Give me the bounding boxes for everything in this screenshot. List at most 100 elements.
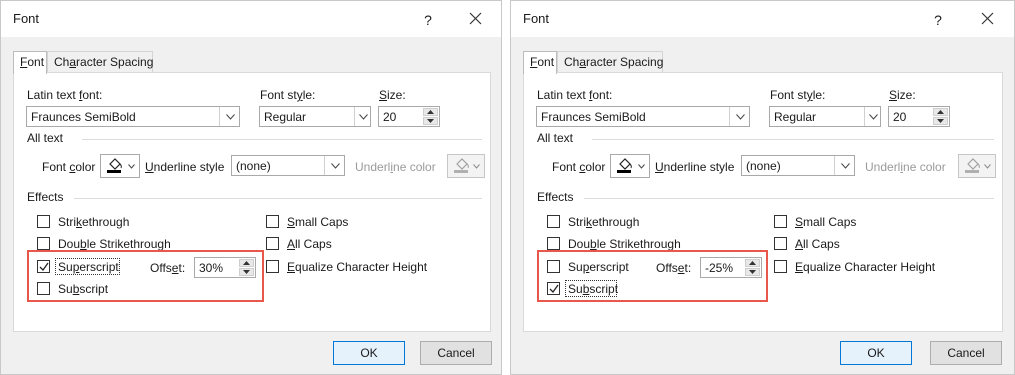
double-strikethrough-label-post: le Strikethrough [596, 237, 681, 251]
ok-button[interactable]: OK [333, 341, 405, 365]
latin-font-label: Latin text font: [27, 88, 102, 102]
strikethrough-label-pre: Stri [568, 215, 586, 229]
tab-char-label-post: racter Spacing [586, 55, 664, 69]
underline-color-label-pre: Underl [865, 160, 901, 174]
triangle-up-icon [937, 110, 944, 114]
double-strikethrough-checkbox[interactable] [37, 237, 50, 250]
font-style-combobox[interactable]: Regular [769, 106, 881, 127]
size-label: Size: [379, 88, 406, 102]
tab-char-label-pre: Ch [54, 55, 70, 69]
cancel-button[interactable]: Cancel [420, 341, 492, 365]
strikethrough-label[interactable]: Strikethrough [568, 215, 639, 229]
double-strikethrough-label[interactable]: Double Strikethrough [58, 237, 171, 251]
small-caps-checkbox[interactable] [266, 215, 279, 228]
size-spinner[interactable]: 20 [378, 106, 440, 127]
close-button[interactable] [461, 6, 491, 32]
underline-color-button[interactable] [958, 154, 996, 178]
font-color-swatch [617, 170, 631, 173]
latin-font-label: Latin text font: [537, 88, 612, 102]
strikethrough-label-post: ethrough [82, 215, 130, 229]
size-spinner-arrows[interactable] [423, 108, 438, 125]
size-spinner[interactable]: 20 [888, 106, 950, 127]
close-button[interactable] [973, 6, 1003, 32]
latin-font-dropdown-button[interactable] [729, 107, 749, 126]
latin-font-label-post: ont: [592, 88, 613, 102]
font-style-value: Regular [774, 110, 817, 124]
double-strikethrough-checkbox[interactable] [547, 237, 560, 250]
underline-color-label: Underline color [355, 160, 436, 174]
size-label-key: S [379, 88, 388, 102]
ok-button[interactable]: OK [840, 341, 912, 365]
strikethrough-checkbox[interactable] [547, 215, 560, 228]
underline-color-button[interactable] [447, 154, 485, 178]
chevron-down-icon [869, 114, 878, 120]
size-spinner-arrows[interactable] [933, 108, 948, 125]
chevron-down-icon [331, 163, 340, 169]
font-color-button[interactable] [610, 154, 650, 178]
all-caps-label-post: ll Caps [803, 237, 840, 251]
chevron-down-icon [736, 114, 745, 120]
strikethrough-label-post: ethrough [592, 215, 640, 229]
latin-font-combobox[interactable]: Fraunces SemiBold [536, 106, 750, 127]
double-strikethrough-label-key: b [80, 237, 87, 251]
tab-character-spacing[interactable]: Character Spacing [557, 51, 663, 73]
equalize-height-checkbox[interactable] [266, 260, 279, 273]
underline-style-combobox[interactable]: (none) [231, 155, 345, 176]
equalize-height-label[interactable]: Equalize Character Height [795, 260, 935, 274]
latin-font-value: Fraunces SemiBold [541, 110, 646, 124]
font-style-dropdown-button[interactable] [864, 107, 880, 126]
help-button[interactable]: ? [925, 9, 951, 31]
effects-heading: Effects [537, 190, 574, 204]
underline-style-value: (none) [746, 159, 781, 173]
cancel-button[interactable]: Cancel [930, 341, 1002, 365]
font-tab-panel: Latin text font: Fraunces SemiBold Font … [13, 72, 491, 332]
font-color-swatch [107, 170, 121, 173]
all-caps-checkbox[interactable] [774, 237, 787, 250]
size-decrease-button[interactable] [933, 117, 948, 125]
small-caps-label[interactable]: Small Caps [795, 215, 856, 229]
underline-color-swatch [965, 170, 979, 173]
size-decrease-button[interactable] [423, 117, 438, 125]
small-caps-label[interactable]: Small Caps [287, 215, 348, 229]
effects-divider [74, 198, 482, 199]
double-strikethrough-label[interactable]: Double Strikethrough [568, 237, 681, 251]
tab-font[interactable]: Font [13, 51, 47, 74]
size-increase-button[interactable] [423, 108, 438, 116]
latin-font-value: Fraunces SemiBold [31, 110, 136, 124]
equalize-height-label[interactable]: Equalize Character Height [287, 260, 427, 274]
strikethrough-checkbox[interactable] [37, 215, 50, 228]
strikethrough-label[interactable]: Strikethrough [58, 215, 129, 229]
effects-divider [584, 198, 994, 199]
underline-style-label-post: nderline style [663, 160, 735, 174]
underline-style-dropdown-button[interactable] [834, 156, 854, 175]
tab-font[interactable]: Font [523, 51, 557, 74]
small-caps-label-key: S [287, 215, 296, 229]
double-strikethrough-label-pre: Dou [568, 237, 591, 251]
all-caps-label[interactable]: All Caps [795, 237, 840, 251]
tab-font-label-post: ont [537, 55, 555, 69]
all-caps-checkbox[interactable] [266, 237, 279, 250]
underline-style-dropdown-button[interactable] [324, 156, 344, 175]
latin-font-label-post: ont: [82, 88, 103, 102]
latin-font-combobox[interactable]: Fraunces SemiBold [26, 106, 240, 127]
double-strikethrough-label-pre: Dou [58, 237, 81, 251]
font-style-combobox[interactable]: Regular [259, 106, 371, 127]
all-caps-label-post: ll Caps [295, 237, 332, 251]
size-label-key: S [889, 88, 898, 102]
latin-font-label-pre: Latin text [27, 88, 80, 102]
font-dialog-superscript: Font ? Font Character Spacing Latin text… [0, 0, 502, 375]
latin-font-label-pre: Latin text [537, 88, 590, 102]
size-increase-button[interactable] [933, 108, 948, 116]
help-button[interactable]: ? [415, 9, 441, 31]
dialog-title: Font [13, 11, 40, 26]
equalize-height-checkbox[interactable] [774, 260, 787, 273]
font-color-button[interactable] [100, 154, 140, 178]
underline-style-combobox[interactable]: (none) [741, 155, 855, 176]
all-caps-label[interactable]: All Caps [287, 237, 332, 251]
underline-color-label-post: ne color [393, 160, 436, 174]
tab-character-spacing[interactable]: Character Spacing [47, 51, 153, 73]
title-bar: Font ? [511, 1, 1014, 37]
small-caps-checkbox[interactable] [774, 215, 787, 228]
latin-font-dropdown-button[interactable] [219, 107, 239, 126]
font-style-dropdown-button[interactable] [354, 107, 370, 126]
